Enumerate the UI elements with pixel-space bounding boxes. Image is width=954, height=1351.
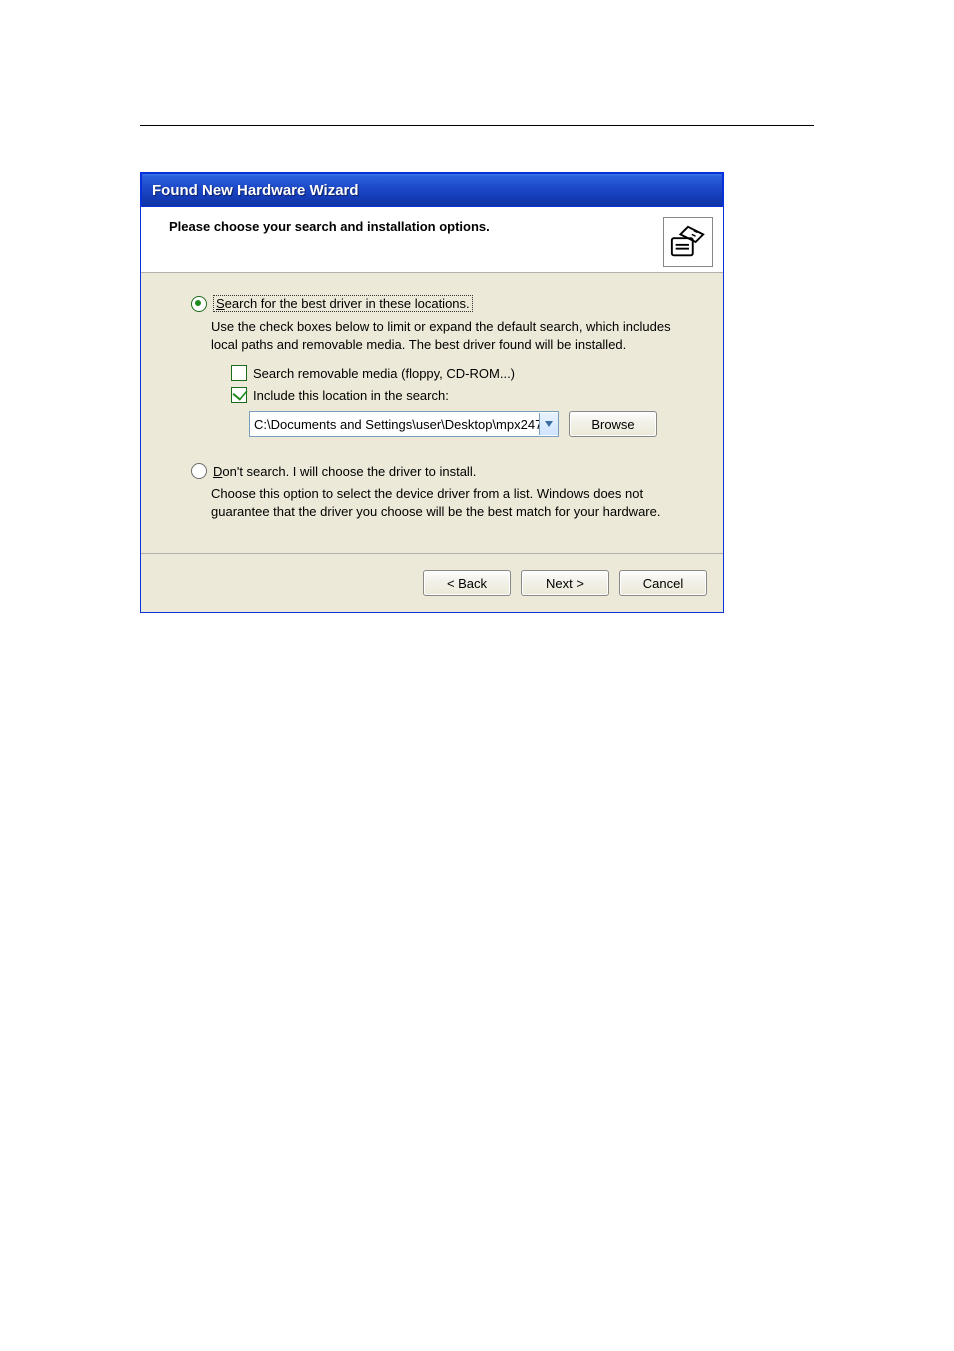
checkbox-include-location[interactable]: Include this location in the search: xyxy=(231,387,695,403)
footer-buttons: < Back Next > Cancel xyxy=(141,553,723,612)
titlebar[interactable]: Found New Hardware Wizard xyxy=(141,173,723,207)
header-text: Please choose your search and installati… xyxy=(169,219,707,234)
page: Found New Hardware Wizard Please choose … xyxy=(0,0,954,1351)
back-button[interactable]: < Back xyxy=(423,570,511,596)
chevron-down-icon[interactable] xyxy=(539,413,558,435)
content-area: Search for the best driver in these loca… xyxy=(141,273,723,553)
dont-search-description: Choose this option to select the device … xyxy=(211,485,691,520)
header-panel: Please choose your search and installati… xyxy=(141,207,723,273)
dialog-title: Found New Hardware Wizard xyxy=(152,182,359,199)
browse-button[interactable]: Browse xyxy=(569,411,657,437)
wizard-dialog: Found New Hardware Wizard Please choose … xyxy=(140,172,724,613)
radio-dont-search[interactable]: Don't search. I will choose the driver t… xyxy=(191,463,695,479)
radio-dont-label: Don't search. I will choose the driver t… xyxy=(213,464,476,479)
radio-icon xyxy=(191,296,207,312)
checkbox-removable-media[interactable]: Search removable media (floppy, CD-ROM..… xyxy=(231,365,695,381)
radio-icon xyxy=(191,463,207,479)
checkbox-icon xyxy=(231,365,247,381)
radio-search-label: Search for the best driver in these loca… xyxy=(213,295,473,312)
search-description: Use the check boxes below to limit or ex… xyxy=(211,318,691,353)
horizontal-rule xyxy=(140,125,814,126)
checkbox-include-label: Include this location in the search: xyxy=(253,388,449,403)
next-button[interactable]: Next > xyxy=(521,570,609,596)
back-label: < Back xyxy=(447,576,487,591)
radio-search-locations[interactable]: Search for the best driver in these loca… xyxy=(191,295,695,312)
cancel-button[interactable]: Cancel xyxy=(619,570,707,596)
checkbox-icon xyxy=(231,387,247,403)
location-path: C:\Documents and Settings\user\Desktop\m… xyxy=(250,417,539,432)
checkbox-removable-label: Search removable media (floppy, CD-ROM..… xyxy=(253,366,515,381)
location-combobox[interactable]: C:\Documents and Settings\user\Desktop\m… xyxy=(249,411,559,437)
next-label: Next > xyxy=(546,576,584,591)
browse-label: Browse xyxy=(591,417,634,432)
location-row: C:\Documents and Settings\user\Desktop\m… xyxy=(249,411,695,437)
hardware-icon xyxy=(663,217,713,267)
cancel-label: Cancel xyxy=(643,576,683,591)
